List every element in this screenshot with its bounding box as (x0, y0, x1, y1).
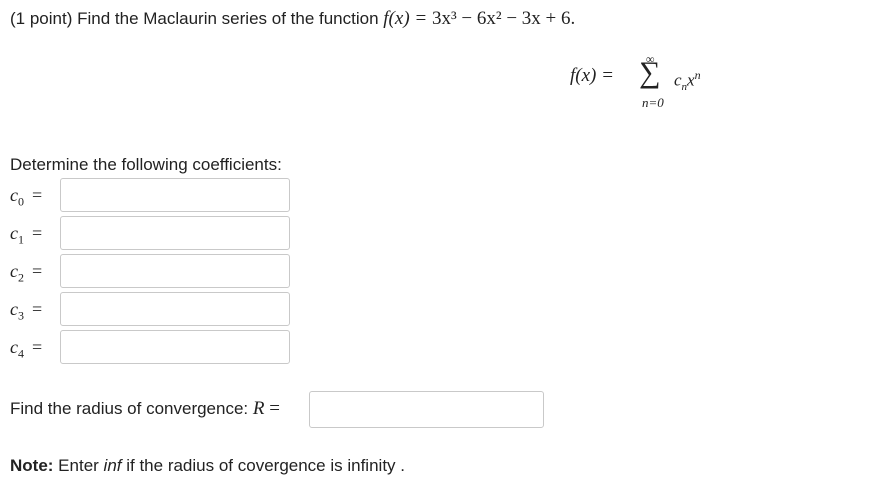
coefficient-label: c0 = (10, 185, 42, 210)
coefficient-index: 1 (18, 232, 24, 247)
coefficient-equals: = (32, 299, 43, 319)
coefficient-letter: c (10, 299, 18, 319)
radius-prompt: Find the radius of convergence: R = (10, 398, 280, 420)
coefficient-input-c0[interactable] (60, 178, 290, 212)
coefficient-label: c4 = (10, 337, 42, 362)
coefficient-index: 0 (18, 194, 24, 209)
note-text-before: Enter (53, 456, 104, 475)
coefficient-label: c2 = (10, 261, 42, 286)
coefficient-input-c4[interactable] (60, 330, 290, 364)
coefficient-label: c3 = (10, 299, 42, 324)
coefficient-input-c1[interactable] (60, 216, 290, 250)
note-inf: inf (103, 456, 122, 475)
radius-equals: = (269, 398, 280, 419)
coefficient-label: c1 = (10, 223, 42, 248)
radius-variable: R (252, 398, 265, 419)
function-lhs: f(x) = (383, 8, 432, 29)
note-label: Note: (10, 456, 54, 475)
term-exponent: n (694, 68, 701, 82)
coef-letter: c (674, 70, 682, 90)
coefficient-letter: c (10, 261, 18, 281)
sum-lower-limit: n=0 (642, 95, 664, 110)
problem-text: Find the Maclaurin series of the functio… (77, 9, 379, 28)
coefficient-input-c2[interactable] (60, 254, 290, 288)
coefficient-letter: c (10, 223, 18, 243)
coefficient-equals: = (32, 185, 43, 205)
coefficient-letter: c (10, 185, 18, 205)
coefficient-index: 2 (18, 270, 24, 285)
sum-symbol: ∑ (639, 56, 661, 89)
coefficient-equals: = (32, 223, 43, 243)
radius-text: Find the radius of convergence: (10, 399, 249, 418)
function-expression: f(x) = 3x³ − 6x² − 3x + 6. (383, 8, 575, 29)
coefficient-letter: c (10, 337, 18, 357)
note-text-after: if the radius of covergence is infinity … (121, 456, 405, 475)
coefficient-index: 3 (18, 308, 24, 323)
series-lhs: f(x) = (570, 65, 614, 86)
function-rhs: 3x³ − 6x² − 3x + 6. (431, 8, 576, 29)
radius-input[interactable] (309, 391, 544, 428)
note: Note: Enter inf if the radius of coverge… (10, 456, 405, 476)
points-label: (1 point) (10, 9, 73, 28)
series-formula: f(x) = ∞ ∑ n=0 cnxn (570, 52, 730, 112)
coefficient-input-c3[interactable] (60, 292, 290, 326)
coefficient-index: 4 (18, 346, 24, 361)
instructions: Determine the following coefficients: (10, 155, 282, 174)
term-variable: x (687, 70, 695, 90)
series-term: cnxn (674, 68, 701, 93)
coefficient-equals: = (32, 261, 43, 281)
coefficient-equals: = (32, 337, 43, 357)
problem-statement: (1 point) Find the Maclaurin series of t… (10, 8, 575, 30)
